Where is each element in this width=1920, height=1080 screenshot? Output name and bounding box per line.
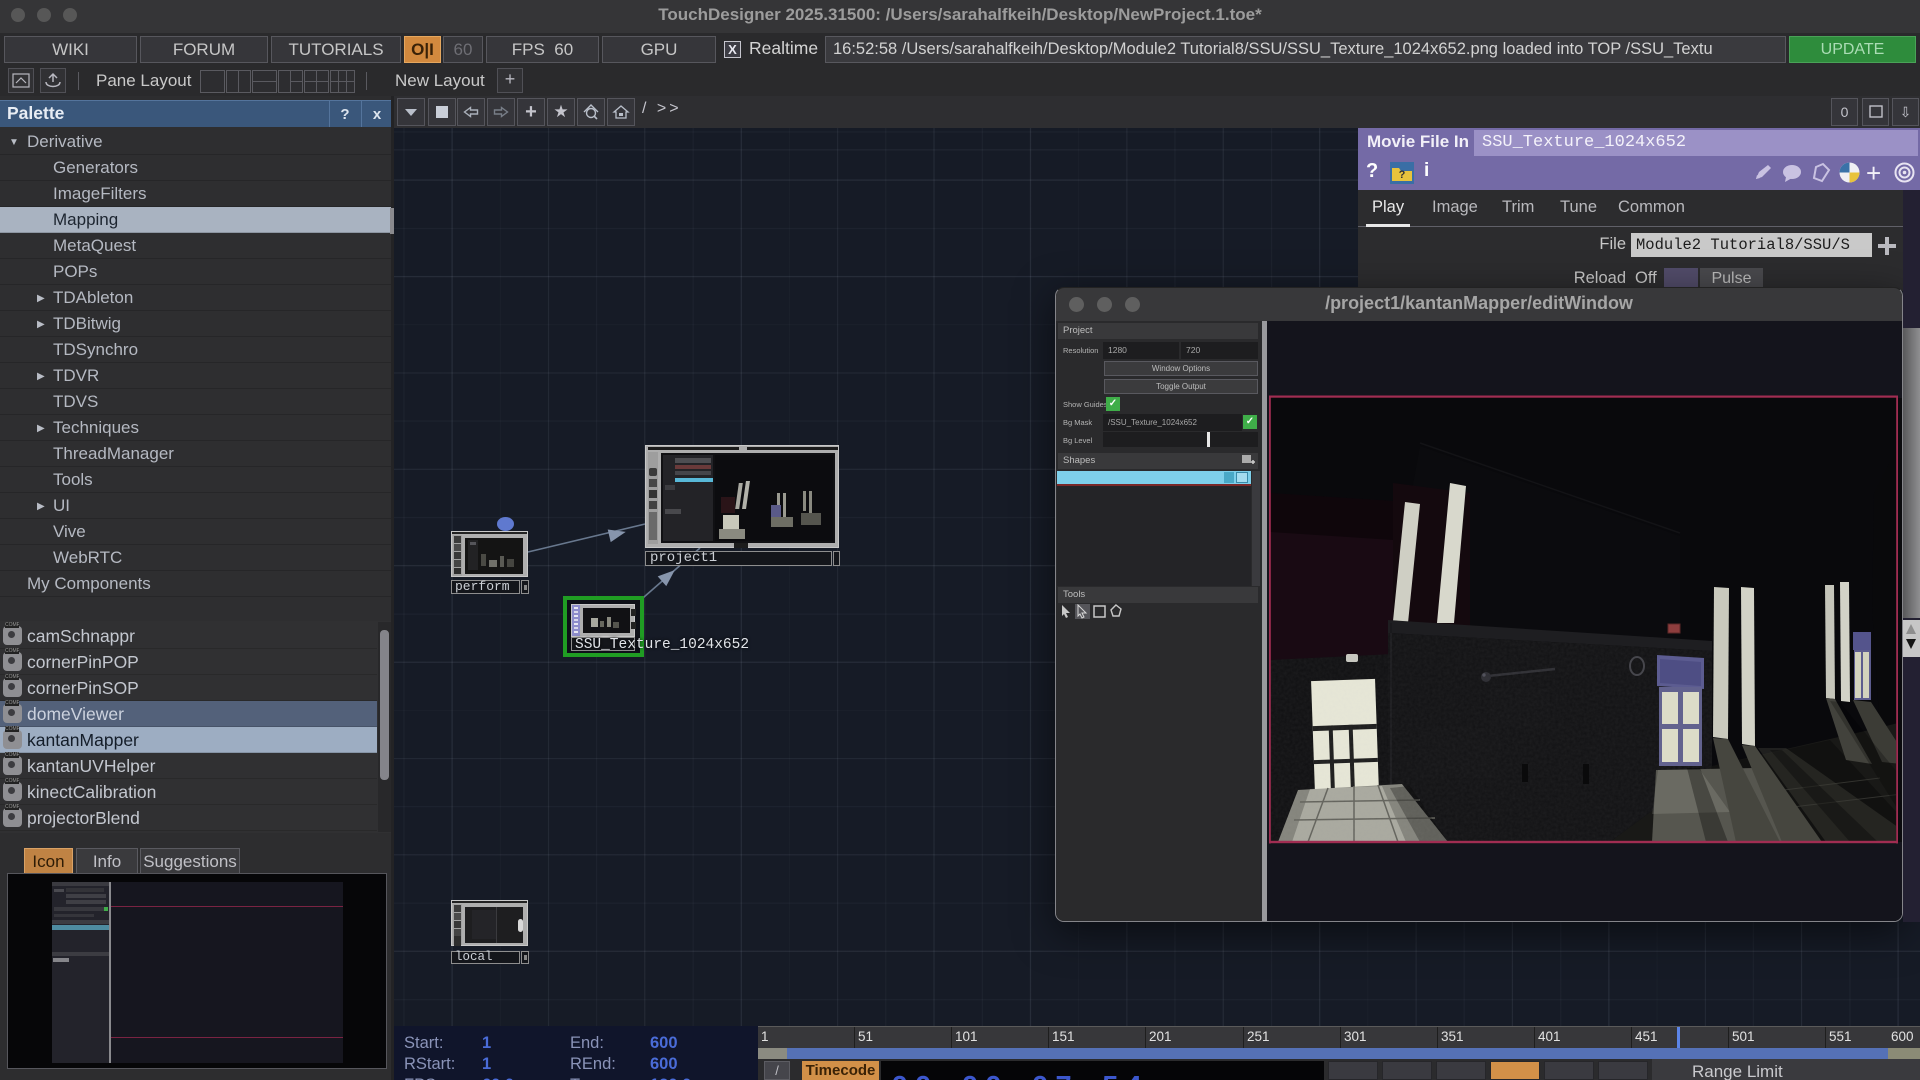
svg-text:?: ? bbox=[1399, 169, 1406, 181]
